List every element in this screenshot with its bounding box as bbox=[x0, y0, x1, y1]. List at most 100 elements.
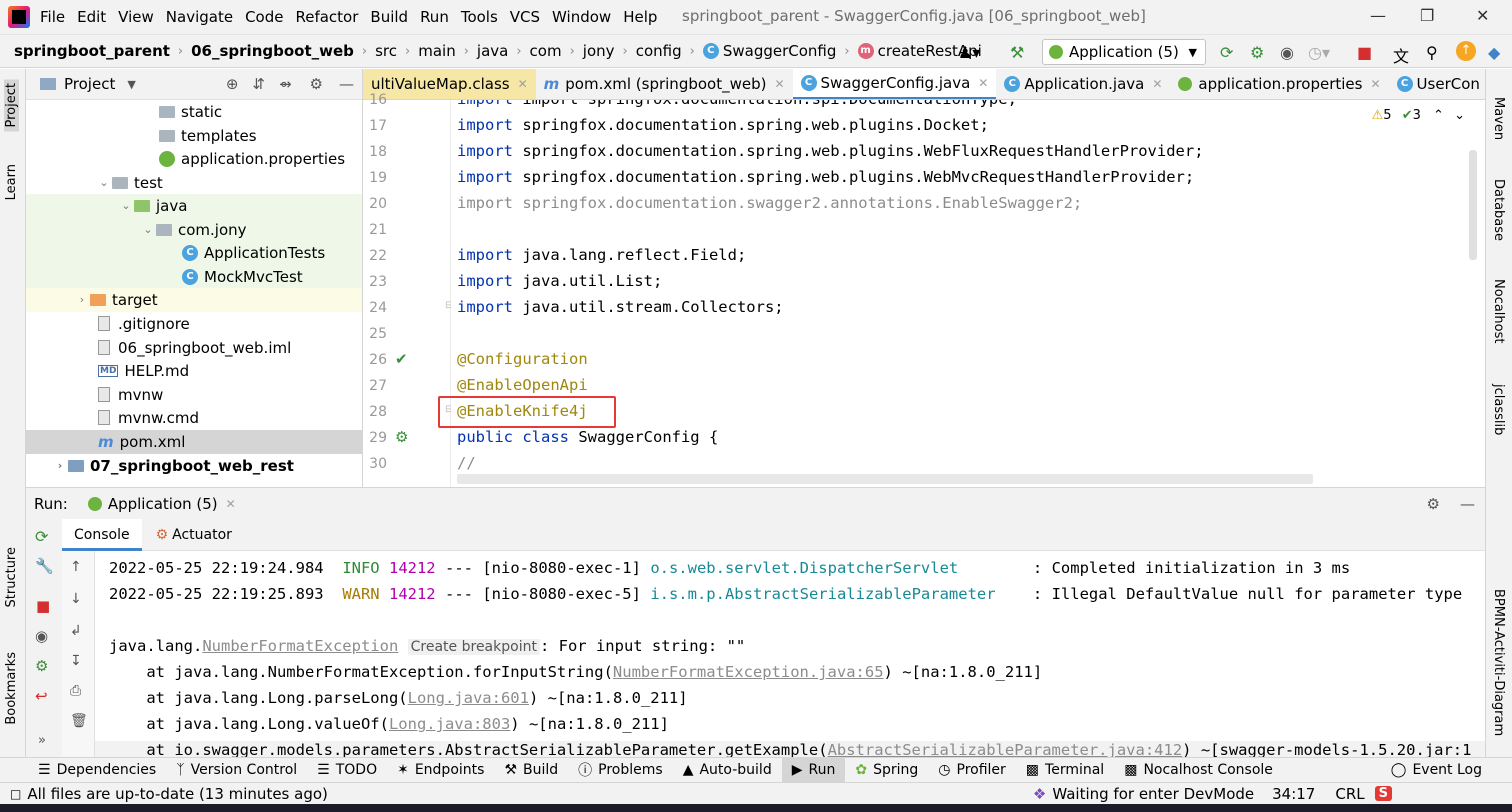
restore-icon[interactable]: ❐ bbox=[1420, 6, 1434, 25]
tree-item-help-md[interactable]: MD HELP.md bbox=[26, 359, 362, 383]
tree-item-pom-xml[interactable]: m pom.xml bbox=[26, 430, 362, 454]
crumb-main[interactable]: main bbox=[418, 42, 455, 60]
menu-view[interactable]: View bbox=[112, 8, 160, 26]
structure-tool-tab[interactable]: Structure bbox=[4, 547, 19, 607]
scroll-to-end-icon[interactable]: ↧ bbox=[70, 653, 82, 669]
arrow-down-icon[interactable]: ↓ bbox=[70, 591, 82, 607]
expand-all-icon[interactable]: ⇵ bbox=[252, 75, 265, 93]
menu-window[interactable]: Window bbox=[546, 8, 617, 26]
tool-todo[interactable]: ☰ TODO bbox=[307, 762, 387, 778]
spring-bean-gutter-icon[interactable]: ✔ bbox=[395, 350, 408, 368]
chevron-down-icon[interactable]: ⌄ bbox=[1454, 108, 1465, 123]
close-tab-icon[interactable]: ✕ bbox=[978, 76, 988, 90]
source-link[interactable]: Long.java:803 bbox=[389, 715, 510, 733]
bookmarks-tool-tab[interactable]: Bookmarks bbox=[4, 652, 19, 725]
tool-endpoints[interactable]: ✶ Endpoints bbox=[387, 762, 494, 778]
caret-position[interactable]: 34:17 bbox=[1272, 785, 1315, 803]
close-tab-icon[interactable]: ✕ bbox=[226, 497, 236, 511]
tool-version-control[interactable]: ᛉ Version Control bbox=[166, 762, 307, 778]
line-separator[interactable]: CRL bbox=[1335, 785, 1364, 803]
menu-vcs[interactable]: VCS bbox=[504, 8, 546, 26]
code-editor[interactable]: import import springfox.documentation.sp… bbox=[451, 100, 1481, 487]
tab-user-controller[interactable]: C UserCon bbox=[1389, 69, 1485, 99]
crumb-config[interactable]: config bbox=[636, 42, 682, 60]
locate-icon[interactable]: ⊕ bbox=[226, 75, 239, 93]
stop-icon[interactable]: ■ bbox=[36, 597, 50, 615]
collapse-all-icon[interactable]: ⇴ bbox=[279, 75, 292, 93]
status-message[interactable]: All files are up-to-date (13 minutes ago… bbox=[27, 785, 328, 803]
close-icon[interactable]: ✕ bbox=[1476, 6, 1489, 25]
learn-tool-tab[interactable]: Learn bbox=[4, 164, 19, 200]
chevron-right-icon[interactable]: › bbox=[52, 459, 68, 472]
devmode-status[interactable]: Waiting for enter DevMode bbox=[1052, 785, 1254, 803]
crumb-project[interactable]: springboot_parent bbox=[14, 42, 170, 60]
vertical-scrollbar[interactable] bbox=[1469, 150, 1477, 260]
chevron-right-icon[interactable]: › bbox=[74, 293, 90, 306]
chevron-down-icon[interactable]: ⌄ bbox=[118, 199, 134, 212]
tree-item-java[interactable]: ⌄ java bbox=[26, 194, 362, 218]
nocalhost-tool-tab[interactable]: Nocalhost bbox=[1491, 279, 1506, 343]
print-icon[interactable]: ⎙ bbox=[70, 683, 81, 699]
menu-file[interactable]: File bbox=[34, 8, 71, 26]
tree-item-mockmvc-test[interactable]: C MockMvcTest bbox=[26, 265, 362, 289]
translate-icon[interactable]: 文 bbox=[1393, 43, 1409, 67]
search-icon[interactable]: ⚲ bbox=[1426, 43, 1438, 62]
menu-run[interactable]: Run bbox=[414, 8, 455, 26]
tool-dependencies[interactable]: ☰ Dependencies bbox=[28, 762, 166, 778]
jetbrains-icon[interactable]: ◆ bbox=[1488, 43, 1500, 62]
crumb-java[interactable]: java bbox=[477, 42, 508, 60]
tree-item-gitignore[interactable]: .gitignore bbox=[26, 312, 362, 336]
menu-tools[interactable]: Tools bbox=[455, 8, 504, 26]
close-tab-icon[interactable]: ✕ bbox=[1152, 77, 1162, 91]
tab-console[interactable]: Console bbox=[62, 518, 142, 551]
chevron-down-icon[interactable]: ⌄ bbox=[140, 223, 156, 236]
crumb-module[interactable]: 06_springboot_web bbox=[191, 42, 354, 60]
tree-item-mvnw-cmd[interactable]: mvnw.cmd bbox=[26, 406, 362, 430]
debug-icon[interactable]: ⚙ bbox=[35, 657, 48, 675]
tool-profiler[interactable]: ◷ Profiler bbox=[928, 762, 1016, 778]
tree-item-test[interactable]: ⌄ test bbox=[26, 171, 362, 195]
close-tab-icon[interactable]: ✕ bbox=[1370, 77, 1380, 91]
tree-item-mvnw[interactable]: mvnw bbox=[26, 383, 362, 407]
crumb-com[interactable]: com bbox=[530, 42, 562, 60]
tree-item-iml[interactable]: 06_springboot_web.iml bbox=[26, 336, 362, 360]
gear-icon[interactable]: ⚙ bbox=[1427, 495, 1440, 513]
tool-nocalhost-console[interactable]: ▩ Nocalhost Console bbox=[1114, 762, 1283, 778]
profiler-icon[interactable]: ◷▾ bbox=[1308, 43, 1330, 62]
source-link[interactable]: Long.java:601 bbox=[408, 689, 529, 707]
tool-run[interactable]: ▶ Run bbox=[781, 757, 846, 783]
chevron-down-icon[interactable]: ⌄ bbox=[96, 176, 112, 189]
tree-item-templates[interactable]: templates bbox=[26, 124, 362, 148]
menu-code[interactable]: Code bbox=[239, 8, 289, 26]
create-breakpoint-link[interactable]: Create breakpoint bbox=[407, 639, 540, 655]
rerun-icon[interactable]: ⟳ bbox=[35, 527, 48, 546]
rerun-icon[interactable]: ⟳ bbox=[1220, 43, 1233, 62]
tool-problems[interactable]: ⓘ Problems bbox=[568, 760, 673, 780]
source-link[interactable]: NumberFormatException.java:65 bbox=[613, 663, 884, 681]
tab-application-java[interactable]: C Application.java ✕ bbox=[996, 69, 1170, 99]
tab-swagger-config[interactable]: C SwaggerConfig.java ✕ bbox=[792, 69, 997, 99]
camera-icon[interactable]: ◉ bbox=[35, 627, 48, 645]
project-panel-title[interactable]: Project bbox=[64, 75, 115, 93]
build-hammer-icon[interactable]: ⚒ bbox=[1010, 43, 1024, 62]
update-icon[interactable]: ↑ bbox=[1456, 41, 1476, 61]
exception-class-link[interactable]: NumberFormatException bbox=[202, 637, 398, 655]
tab-pom-xml[interactable]: m pom.xml (springboot_web) ✕ bbox=[536, 69, 793, 99]
close-tab-icon[interactable]: ✕ bbox=[774, 77, 784, 91]
crumb-class[interactable]: C SwaggerConfig bbox=[702, 42, 836, 60]
stop-icon[interactable]: ■ bbox=[1357, 43, 1372, 62]
run-configuration-select[interactable]: Application (5) ▼ bbox=[1042, 39, 1206, 65]
tool-auto-build[interactable]: ▲ Auto-build bbox=[673, 762, 782, 778]
chevron-down-icon[interactable]: ▼ bbox=[127, 78, 135, 91]
tree-item-target[interactable]: › target bbox=[26, 288, 362, 312]
source-link[interactable]: AbstractSerializableParameter.java:412 bbox=[828, 741, 1183, 757]
gear-icon[interactable]: ⚙ bbox=[310, 75, 323, 93]
menu-build[interactable]: Build bbox=[364, 8, 414, 26]
bpmn-tool-tab[interactable]: BPMN-Activiti-Diagram bbox=[1491, 589, 1506, 736]
tab-multivaluemap[interactable]: ultiValueMap.class ✕ bbox=[363, 69, 536, 99]
hide-panel-icon[interactable]: — bbox=[1460, 495, 1475, 513]
tool-spring[interactable]: ✿ Spring bbox=[845, 762, 928, 778]
close-tab-icon[interactable]: ✕ bbox=[518, 77, 528, 91]
horizontal-scrollbar[interactable] bbox=[457, 474, 1313, 484]
hide-panel-icon[interactable]: — bbox=[339, 75, 354, 93]
